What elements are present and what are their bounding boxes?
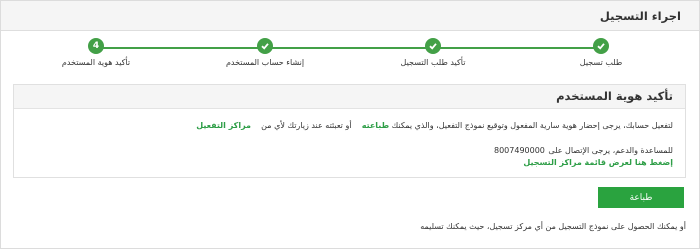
step-3-check-icon	[257, 38, 273, 54]
step-1-label: طلب تسجيل	[579, 58, 623, 67]
help-text: للمساعدة والدعم، يرجى الإتصال على	[548, 146, 673, 155]
step-4-label: تأكيد هوية المستخدم	[61, 58, 131, 67]
stepper-line	[96, 47, 601, 49]
step-4-number: 4	[88, 38, 104, 54]
step-3-label: إنشاء حساب المستخدم	[225, 58, 305, 67]
footer-note: أو يمكنك الحصول على نموذج التسجيل من أي …	[420, 222, 686, 231]
activation-instructions: لتفعيل حسابك، يرجى إحضار هوية سارية المف…	[196, 121, 673, 130]
instructions-text-2: أو تعبئته عند زيارتك لأي من	[261, 121, 352, 130]
support-text: للمساعدة والدعم، يرجى الإتصال على	[548, 146, 673, 155]
step-2-label: تأكيد طلب التسجيل	[400, 58, 466, 67]
page-title: اجراء التسجيل	[599, 9, 681, 23]
step-1-check-icon	[593, 38, 609, 54]
support-phone: 8007490000	[494, 146, 545, 155]
print-link[interactable]: طباعته	[362, 121, 389, 130]
step-2-check-icon	[425, 38, 441, 54]
print-button[interactable]: طباعة	[598, 187, 684, 208]
panel-header: تأكيد هوية المستخدم	[14, 85, 685, 109]
registration-centers-link[interactable]: إضغط هنا لعرض قائمة مراكز التسجيل	[523, 158, 673, 167]
page-header: اجراء التسجيل	[1, 1, 699, 31]
panel-title: تأكيد هوية المستخدم	[556, 89, 673, 103]
progress-stepper: طلب تسجيل تأكيد طلب التسجيل إنشاء حساب ا…	[0, 31, 700, 77]
instructions-text: لتفعيل حسابك، يرجى إحضار هوية سارية المف…	[391, 121, 673, 130]
identity-confirmation-panel: تأكيد هوية المستخدم لتفعيل حسابك، يرجى إ…	[13, 84, 686, 178]
activation-centers-link[interactable]: مراكز التفعيل	[196, 121, 251, 130]
